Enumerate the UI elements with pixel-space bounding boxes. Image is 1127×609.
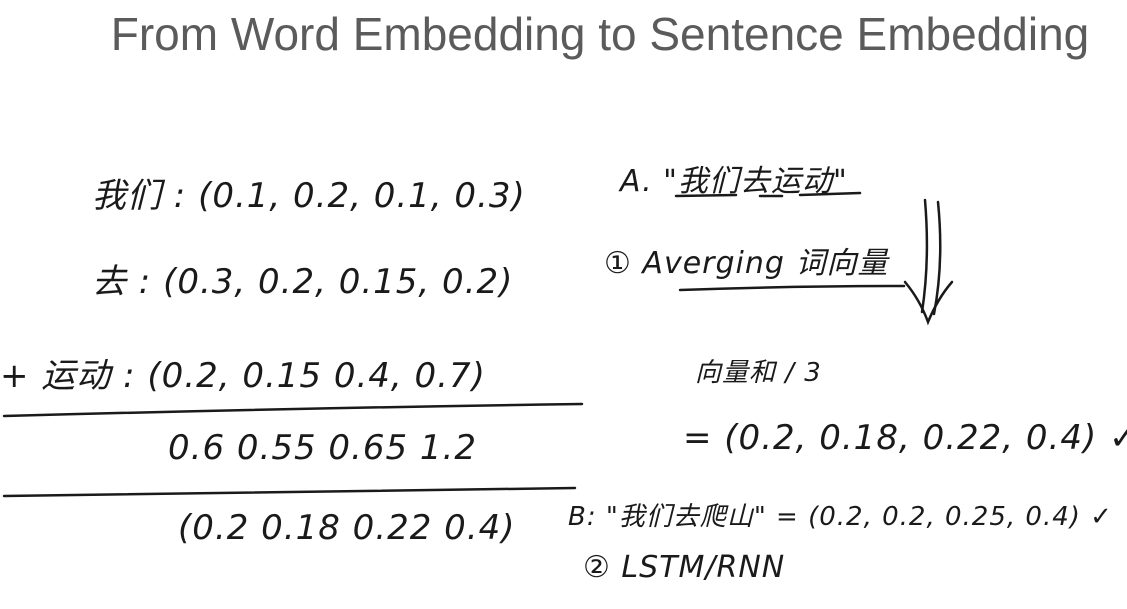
handwriting-strokes [2, 191, 954, 498]
underline-women [674, 193, 738, 198]
arrow-shaft-1 [920, 198, 929, 314]
underline-yundong [798, 191, 862, 197]
arrow-head [903, 280, 954, 326]
slide: From Word Embedding to Sentence Embeddin… [0, 0, 1127, 609]
sum-line-1 [2, 402, 584, 418]
sum-line-2 [2, 486, 577, 498]
underline-averaging [678, 284, 906, 292]
